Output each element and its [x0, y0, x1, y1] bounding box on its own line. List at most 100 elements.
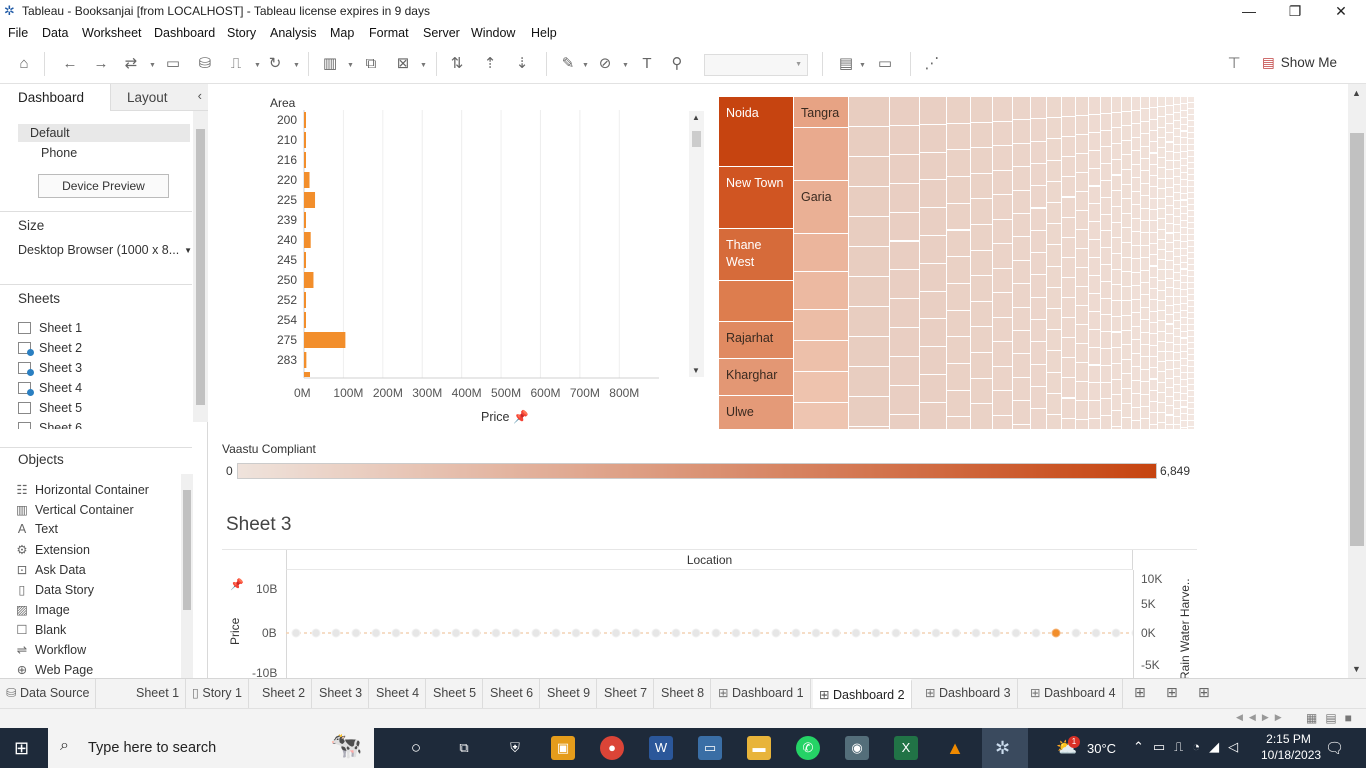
treemap-cell[interactable]: [1188, 157, 1194, 162]
treemap-cell[interactable]: [1112, 316, 1121, 332]
treemap-cell[interactable]: [1141, 171, 1149, 183]
treemap-cell[interactable]: [1047, 181, 1061, 202]
treemap-cell[interactable]: [1076, 97, 1088, 115]
treemap-cell[interactable]: [1047, 139, 1061, 160]
treemap-cell[interactable]: [1101, 113, 1111, 130]
tab-sheet-2[interactable]: Sheet 2: [256, 679, 313, 708]
treemap-cell[interactable]: [1174, 161, 1180, 168]
treemap-cell[interactable]: [1166, 406, 1173, 415]
treemap-cell[interactable]: [1141, 183, 1149, 196]
treemap-cell[interactable]: [1188, 163, 1194, 168]
treemap-cell[interactable]: [1122, 374, 1131, 388]
treemap-cell[interactable]: [1062, 117, 1075, 137]
treemap-cell[interactable]: [1188, 397, 1194, 402]
treemap-cell[interactable]: [1141, 394, 1149, 406]
dot-mark[interactable]: [1031, 628, 1041, 638]
treemap-cell[interactable]: [1132, 205, 1140, 218]
treemap-cell[interactable]: [993, 391, 1012, 415]
treemap-cell[interactable]: [1150, 424, 1157, 429]
treemap-cell[interactable]: [1122, 389, 1131, 403]
notifications-icon[interactable]: 🗨: [1325, 739, 1344, 757]
bar[interactable]: [304, 112, 306, 128]
object-extension[interactable]: ⚙ Extension: [15, 542, 90, 557]
tab-sheet-5[interactable]: Sheet 5: [427, 679, 484, 708]
treemap-cell[interactable]: [1122, 199, 1131, 213]
treemap-cell[interactable]: [1112, 301, 1121, 316]
treemap-cell[interactable]: [1174, 129, 1180, 136]
treemap-cell[interactable]: [1101, 214, 1111, 231]
treemap-cell[interactable]: [993, 146, 1012, 170]
menu-story[interactable]: Story: [227, 26, 256, 40]
treemap-cell[interactable]: [1166, 178, 1173, 187]
treemap-cell[interactable]: [1174, 425, 1180, 429]
treemap-cell[interactable]: [947, 390, 970, 417]
treemap-cell[interactable]: [1188, 127, 1194, 132]
treemap-cell[interactable]: [1188, 205, 1194, 210]
treemap-cell[interactable]: [1101, 231, 1111, 248]
treemap-cell[interactable]: [1158, 392, 1165, 402]
share-icon[interactable]: ⋰: [922, 54, 942, 74]
dot-mark[interactable]: [1071, 628, 1081, 638]
dot-mark[interactable]: [351, 628, 361, 638]
treemap-cell[interactable]: [971, 378, 992, 404]
treemap-cell[interactable]: [890, 414, 919, 429]
treemap-cell[interactable]: [1181, 310, 1187, 317]
treemap-cell[interactable]: [1031, 275, 1046, 297]
dot-mark[interactable]: [771, 628, 781, 638]
treemap-cell[interactable]: [1166, 188, 1173, 197]
treemap-cell[interactable]: [1158, 260, 1165, 270]
treemap-cell[interactable]: [1062, 197, 1075, 217]
treemap-cell[interactable]: [1181, 345, 1187, 352]
treemap-cell[interactable]: [1188, 337, 1194, 342]
treemap-cell[interactable]: [1112, 112, 1121, 128]
treemap-cell[interactable]: [1181, 145, 1187, 152]
new-dashboard-tab-icon[interactable]: ⊞: [1166, 684, 1178, 701]
treemap-cell[interactable]: [1013, 237, 1030, 260]
treemap-cell[interactable]: [1132, 272, 1140, 285]
treemap-cell[interactable]: [1174, 249, 1180, 256]
treemap-cell[interactable]: [1089, 419, 1100, 429]
treemap-cell[interactable]: [1089, 97, 1100, 114]
treemap-cell[interactable]: [1141, 208, 1149, 220]
treemap-cell[interactable]: [1166, 370, 1173, 379]
treemap-cell[interactable]: [1150, 413, 1157, 424]
object-data-story[interactable]: ▯ Data Story: [15, 582, 95, 597]
swap-icon[interactable]: ⇅: [447, 54, 467, 74]
treemap-cell[interactable]: [1181, 366, 1187, 372]
treemap-cell[interactable]: [1166, 288, 1173, 297]
treemap-cell[interactable]: [1047, 224, 1061, 245]
treemap-cell[interactable]: [1188, 241, 1194, 246]
treemap-cell[interactable]: [1158, 321, 1165, 331]
treemap-cell[interactable]: [1150, 356, 1157, 368]
object-blank[interactable]: ☐ Blank: [15, 622, 66, 637]
treemap-cell[interactable]: [993, 97, 1012, 121]
treemap-cell[interactable]: [1047, 330, 1061, 351]
treemap-cell[interactable]: [1101, 382, 1111, 399]
treemap-cell[interactable]: [1174, 97, 1180, 104]
treemap-cell[interactable]: [1174, 105, 1180, 112]
menu-file[interactable]: File: [8, 26, 28, 40]
treemap-cell[interactable]: [1141, 97, 1149, 109]
treemap-cell[interactable]: [1181, 235, 1187, 241]
treemap-cell[interactable]: [1181, 290, 1187, 297]
treemap-cell[interactable]: [1158, 372, 1165, 382]
treemap-cell[interactable]: [1166, 260, 1173, 269]
treemap-cell[interactable]: [1122, 243, 1131, 257]
cortana-icon[interactable]: ○: [404, 736, 428, 760]
treemap-cell[interactable]: [1174, 289, 1180, 296]
treemap-cell[interactable]: [1150, 311, 1157, 322]
treemap-cell[interactable]: [920, 208, 946, 235]
chrome-icon[interactable]: ●: [600, 736, 624, 760]
treemap-cell[interactable]: [794, 403, 848, 429]
treemap-cell[interactable]: [1188, 325, 1194, 330]
treemap-cell[interactable]: [1158, 403, 1165, 413]
duplicate-sheet-icon[interactable]: ⧉: [361, 54, 381, 74]
treemap-cell[interactable]: [1188, 271, 1194, 276]
treemap-cell[interactable]: [1174, 233, 1180, 240]
treemap-cell[interactable]: [1031, 208, 1046, 230]
show-me-button[interactable]: ▤ Show Me: [1262, 55, 1337, 71]
tab-nav-arrows[interactable]: ◀◀▶▶: [1236, 712, 1288, 723]
treemap-cell[interactable]: [1188, 259, 1194, 264]
treemap-cell[interactable]: [1112, 395, 1121, 410]
treemap-cell[interactable]: [1141, 283, 1149, 295]
